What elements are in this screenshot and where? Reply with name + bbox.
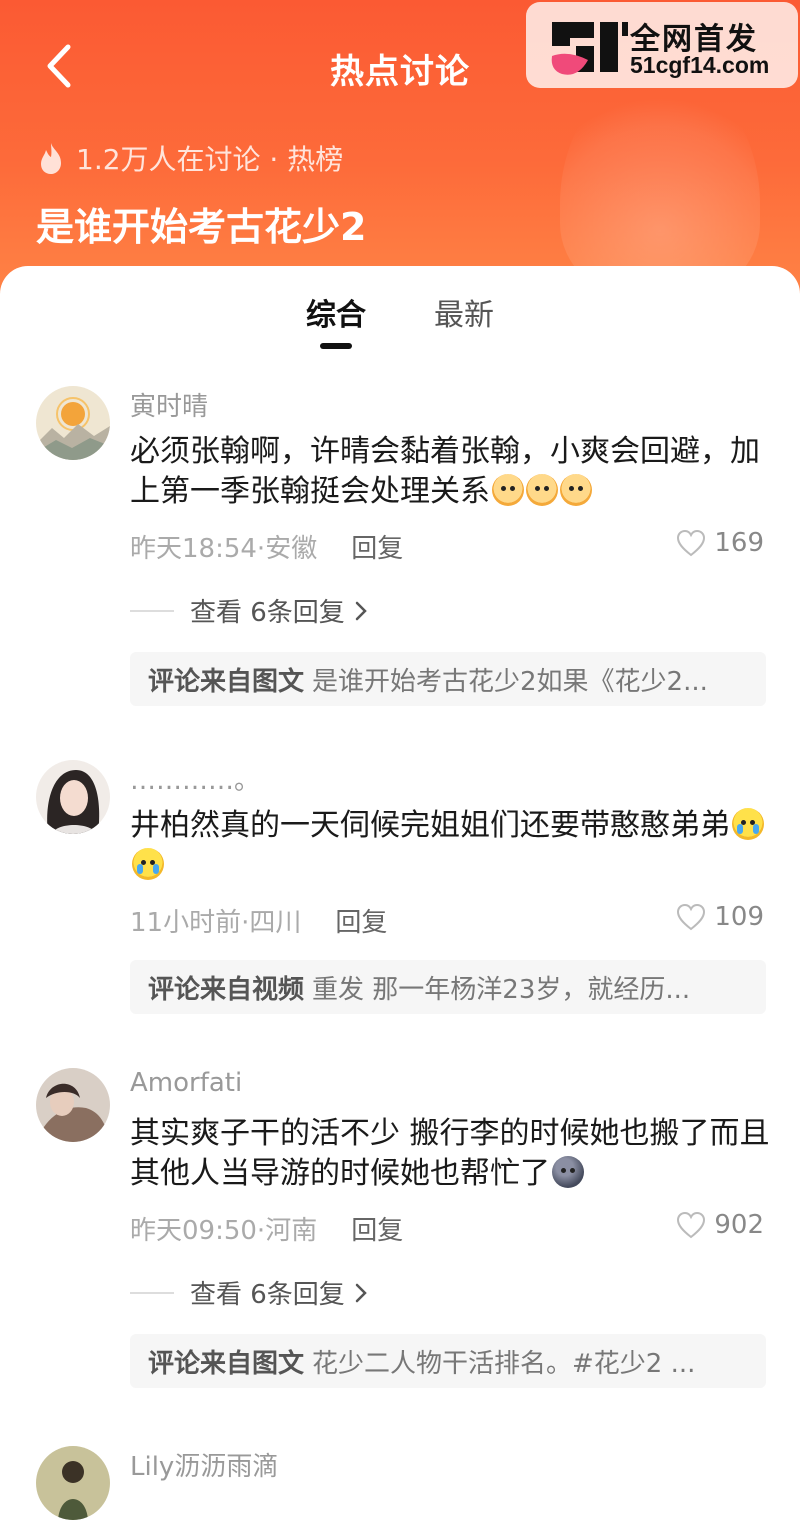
cat-emoji-icon <box>492 474 524 506</box>
view-replies-link[interactable]: 查看 6条回复 <box>130 592 369 629</box>
tab-comprehensive[interactable]: 综合 <box>306 290 366 334</box>
source-label: 评论来自视频 <box>148 974 305 1005</box>
source-link[interactable]: 评论来自图文 是谁开始考古花少2如果《花少2... <box>130 652 766 706</box>
reply-button[interactable]: 回复 <box>335 902 387 939</box>
username[interactable]: 寅时晴 <box>130 386 208 423</box>
comment-text-body: 其实爽子干的活不少 搬行李的时候她也搬了而且其他人当导游的时候她也帮忙了 <box>130 1116 770 1191</box>
comment-meta: 11小时前·四川 回复 <box>130 902 387 939</box>
cat-emoji-icon <box>526 474 558 506</box>
time-location: 11小时前·四川 <box>130 908 302 938</box>
avatar[interactable] <box>36 386 110 460</box>
discussion-count: 1.2万人在讨论 · 热榜 <box>36 138 343 178</box>
watermark: 全网首发 51cgf14.com <box>526 2 798 88</box>
view-replies-link[interactable]: 查看 6条回复 <box>130 1274 369 1311</box>
fire-icon <box>41 143 61 174</box>
tab-latest[interactable]: 最新 <box>434 290 494 334</box>
watermark-url: 51cgf14.com <box>630 52 770 78</box>
divider <box>130 1291 174 1294</box>
comment-text: 井柏然真的一天伺候完姐姐们还要带憨憨弟弟 <box>130 806 770 886</box>
comment-item: Amorfati 其实爽子干的活不少 搬行李的时候她也搬了而且其他人当导游的时候… <box>0 1068 800 1388</box>
source-link[interactable]: 评论来自图文 花少二人物干活排名。#花少2 ... <box>130 1334 766 1388</box>
avatar[interactable] <box>36 760 110 834</box>
like-count: 902 <box>714 1210 764 1240</box>
source-label: 评论来自图文 <box>148 666 305 697</box>
crying-emoji-icon <box>732 808 764 840</box>
heart-icon <box>677 903 706 931</box>
heart-icon <box>677 529 706 557</box>
comment-text-body: 必须张翰啊，许晴会黏着张翰，小爽会回避，加上第一季张翰挺会处理关系 <box>130 434 760 509</box>
heart-icon <box>677 1211 706 1239</box>
source-text: 是谁开始考古花少2如果《花少2... <box>312 666 708 697</box>
comment-meta: 昨天09:50·河南 回复 <box>130 1210 403 1247</box>
username[interactable]: …………。 <box>130 760 260 797</box>
crying-emoji-icon <box>132 848 164 880</box>
topic-title: 是谁开始考古花少2 <box>36 205 367 249</box>
moon-emoji-icon <box>552 1156 584 1188</box>
avatar[interactable] <box>36 1446 110 1520</box>
tab-bar: 综合 最新 <box>0 266 800 356</box>
comment-text: 其实爽子干的活不少 搬行李的时候她也搬了而且其他人当导游的时候她也帮忙了 <box>130 1114 770 1194</box>
reply-button[interactable]: 回复 <box>351 1210 403 1247</box>
cat-emoji-icon <box>560 474 592 506</box>
username[interactable]: Lily沥沥雨滴 <box>130 1446 278 1483</box>
view-replies-text: 查看 6条回复 <box>190 1280 345 1310</box>
comment-item: …………。 井柏然真的一天伺候完姐姐们还要带憨憨弟弟 11小时前·四川 回复 1… <box>0 760 800 1020</box>
like-button[interactable]: 902 <box>676 1210 764 1240</box>
source-text: 重发 那一年杨洋23岁，就经历... <box>312 974 691 1005</box>
username[interactable]: Amorfati <box>130 1068 242 1098</box>
comment-item: Lily沥沥雨滴 <box>0 1446 800 1520</box>
active-tab-indicator <box>320 343 352 349</box>
source-link[interactable]: 评论来自视频 重发 那一年杨洋23岁，就经历... <box>130 960 766 1014</box>
view-replies-text: 查看 6条回复 <box>190 598 345 628</box>
comment-meta: 昨天18:54·安徽 回复 <box>130 528 403 565</box>
chevron-right-icon <box>355 1283 367 1302</box>
comment-text: 必须张翰啊，许晴会黏着张翰，小爽会回避，加上第一季张翰挺会处理关系 <box>130 432 770 512</box>
time-location: 昨天18:54·安徽 <box>130 534 318 564</box>
like-count: 169 <box>714 528 764 558</box>
like-button[interactable]: 169 <box>676 528 764 558</box>
chevron-right-icon <box>355 601 367 620</box>
divider <box>130 609 174 612</box>
like-count: 109 <box>714 902 764 932</box>
time-location: 昨天09:50·河南 <box>130 1216 318 1246</box>
header: 热点讨论 1.2万人在讨论 · 热榜 是谁开始考古花少2 全网首发 51cgf1… <box>0 0 800 300</box>
avatar[interactable] <box>36 1068 110 1142</box>
comment-item: 寅时晴 必须张翰啊，许晴会黏着张翰，小爽会回避，加上第一季张翰挺会处理关系 昨天… <box>0 386 800 706</box>
source-label: 评论来自图文 <box>148 1348 305 1379</box>
comment-sheet: 综合 最新 寅时晴 必须张翰啊，许晴会黏着张翰，小爽会回避，加上第一季张翰挺会处… <box>0 266 800 1520</box>
reply-button[interactable]: 回复 <box>351 528 403 565</box>
discussion-count-text: 1.2万人在讨论 · 热榜 <box>76 143 344 176</box>
source-text: 花少二人物干活排名。#花少2 ... <box>312 1348 696 1379</box>
comment-text-body: 井柏然真的一天伺候完姐姐们还要带憨憨弟弟 <box>130 808 730 843</box>
like-button[interactable]: 109 <box>676 902 764 932</box>
